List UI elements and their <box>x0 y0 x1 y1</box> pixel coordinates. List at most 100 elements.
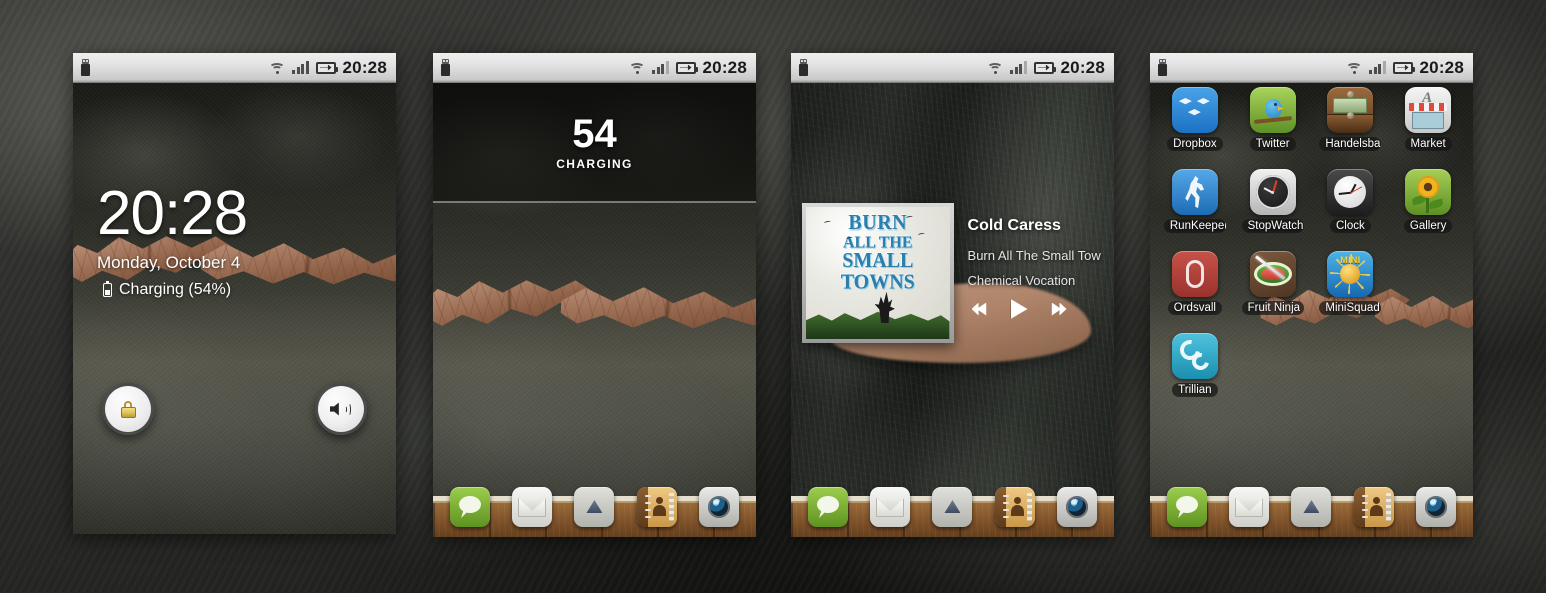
status-bar-right: 20:28 <box>269 58 396 78</box>
dock-camera-button[interactable] <box>698 487 739 527</box>
album-art-line-3: SMALL <box>842 248 914 273</box>
usb-icon <box>441 59 450 76</box>
lockscreen-clock: 20:28 <box>97 179 248 248</box>
dock <box>791 482 1114 537</box>
dock-app-drawer-button[interactable] <box>574 487 615 527</box>
app-label: Ordsvall <box>1167 301 1222 315</box>
album-art-text: BURN ALL THE SMALL TOWNS <box>806 212 950 294</box>
battery-charging-icon <box>1392 61 1415 74</box>
track-album: Chemical Vocation <box>967 273 1076 288</box>
status-bar-left <box>433 59 450 76</box>
app-label: Fruit Ninja <box>1241 301 1304 315</box>
skip-previous-icon[interactable] <box>971 302 987 316</box>
dock-email-button[interactable] <box>870 487 911 527</box>
app-item-fruit-ninja[interactable]: Fruit Ninja <box>1234 251 1312 315</box>
signal-icon <box>292 61 309 74</box>
unlock-button[interactable] <box>102 383 154 435</box>
signal-icon <box>652 61 669 74</box>
minisquadron-icon: MINI <box>1327 251 1374 297</box>
stopwatch-icon <box>1249 169 1296 215</box>
album-art: BURN ALL THE SMALL TOWNS <box>806 207 950 339</box>
dock-contacts-button[interactable] <box>994 487 1035 527</box>
padlock-icon <box>120 400 136 418</box>
app-item-handelsbanken[interactable]: Handelsba <box>1312 87 1390 151</box>
speaker-icon <box>330 401 352 418</box>
handelsbanken-icon <box>1327 87 1374 133</box>
app-label: Handelsba <box>1319 137 1382 151</box>
gallery-icon <box>1405 169 1452 215</box>
album-art-frame[interactable]: BURN ALL THE SMALL TOWNS <box>802 203 954 343</box>
lockscreen-battery-status: Charging (54%) <box>103 280 232 299</box>
dock-contacts-button[interactable] <box>636 487 677 527</box>
battery-icon <box>103 280 112 297</box>
album-art-line-4: TOWNS <box>840 270 915 294</box>
usb-icon <box>81 59 90 76</box>
dock-email-button[interactable] <box>512 487 553 527</box>
status-bar-right: 20:28 <box>987 58 1114 78</box>
wallpaper-leaf <box>73 83 396 534</box>
phone-screen-app-drawer: 20:28 Dropbox Twitter Handelsba A Market… <box>1150 53 1473 537</box>
battery-charging-icon <box>1033 61 1056 74</box>
market-icon: A <box>1405 87 1452 133</box>
dock <box>1150 482 1473 537</box>
dock-app-drawer-button[interactable] <box>1291 487 1332 527</box>
clock-icon <box>1327 169 1374 215</box>
app-item-gallery[interactable]: Gallery <box>1389 169 1467 233</box>
dock <box>433 482 756 537</box>
music-controls <box>968 299 1114 319</box>
battery-charging-icon <box>315 61 338 74</box>
app-item-twitter[interactable]: Twitter <box>1234 87 1312 151</box>
app-grid: Dropbox Twitter Handelsba A Market RunKe… <box>1150 87 1473 397</box>
wifi-icon <box>629 62 646 74</box>
app-item-empty <box>1389 251 1467 315</box>
status-bar-right: 20:28 <box>1346 58 1473 78</box>
app-label: RunKeeper <box>1163 219 1226 233</box>
wifi-icon <box>1346 62 1363 74</box>
app-label: Trillian <box>1172 383 1218 397</box>
lockscreen-date: Monday, October 4 <box>97 253 241 272</box>
app-item-trillian[interactable]: Trillian <box>1156 333 1234 397</box>
dock-icons <box>1150 487 1473 527</box>
status-bar: 20:28 <box>433 53 756 83</box>
usb-icon <box>799 59 808 76</box>
status-bar-clock: 20:28 <box>1060 57 1105 77</box>
app-item-minisquadron[interactable]: MINI MiniSquad <box>1312 251 1390 315</box>
dock-messaging-button[interactable] <box>808 487 849 527</box>
dock-icons <box>791 487 1114 527</box>
lockscreen-battery-text: Charging (54%) <box>119 281 232 298</box>
album-art-ground <box>806 311 950 339</box>
app-item-dropbox[interactable]: Dropbox <box>1156 87 1234 151</box>
track-artist: Burn All The Small Tow <box>967 248 1101 263</box>
app-item-stopwatch[interactable]: StopWatch <box>1234 169 1312 233</box>
app-label: Clock <box>1329 219 1371 233</box>
sound-toggle-button[interactable] <box>315 383 367 435</box>
phone-screen-music-widget: 20:28 BURN ALL THE SMALL TOWNS Cold Care… <box>791 53 1114 537</box>
dock-email-button[interactable] <box>1229 487 1270 527</box>
dock-app-drawer-button[interactable] <box>932 487 973 527</box>
fruit-ninja-icon <box>1249 251 1296 297</box>
battery-widget[interactable]: 54 CHARGING <box>433 83 756 203</box>
dock-contacts-button[interactable] <box>1353 487 1394 527</box>
app-item-ordsvall[interactable]: Ordsvall <box>1156 251 1234 315</box>
play-icon[interactable] <box>1010 299 1028 319</box>
status-bar-left <box>1150 59 1167 76</box>
app-item-market[interactable]: A Market <box>1389 87 1467 151</box>
status-bar-left <box>791 59 808 76</box>
status-bar-clock: 20:28 <box>1419 57 1464 77</box>
trillian-icon <box>1171 333 1218 379</box>
status-bar-clock: 20:28 <box>342 57 387 77</box>
status-bar: 20:28 <box>1150 53 1473 83</box>
dock-camera-button[interactable] <box>1056 487 1097 527</box>
battery-percent: 54 <box>572 111 617 156</box>
wallpaper-texture <box>73 83 396 534</box>
app-item-runkeeper[interactable]: RunKeeper <box>1156 169 1234 233</box>
status-bar: 20:28 <box>791 53 1114 83</box>
dock-camera-button[interactable] <box>1415 487 1456 527</box>
dock-messaging-button[interactable] <box>450 487 491 527</box>
dock-messaging-button[interactable] <box>1167 487 1208 527</box>
app-item-clock[interactable]: Clock <box>1312 169 1390 233</box>
skip-next-icon[interactable] <box>1051 302 1067 316</box>
app-label: Gallery <box>1403 219 1453 233</box>
track-title: Cold Caress <box>967 217 1061 234</box>
app-label: Dropbox <box>1167 137 1223 151</box>
